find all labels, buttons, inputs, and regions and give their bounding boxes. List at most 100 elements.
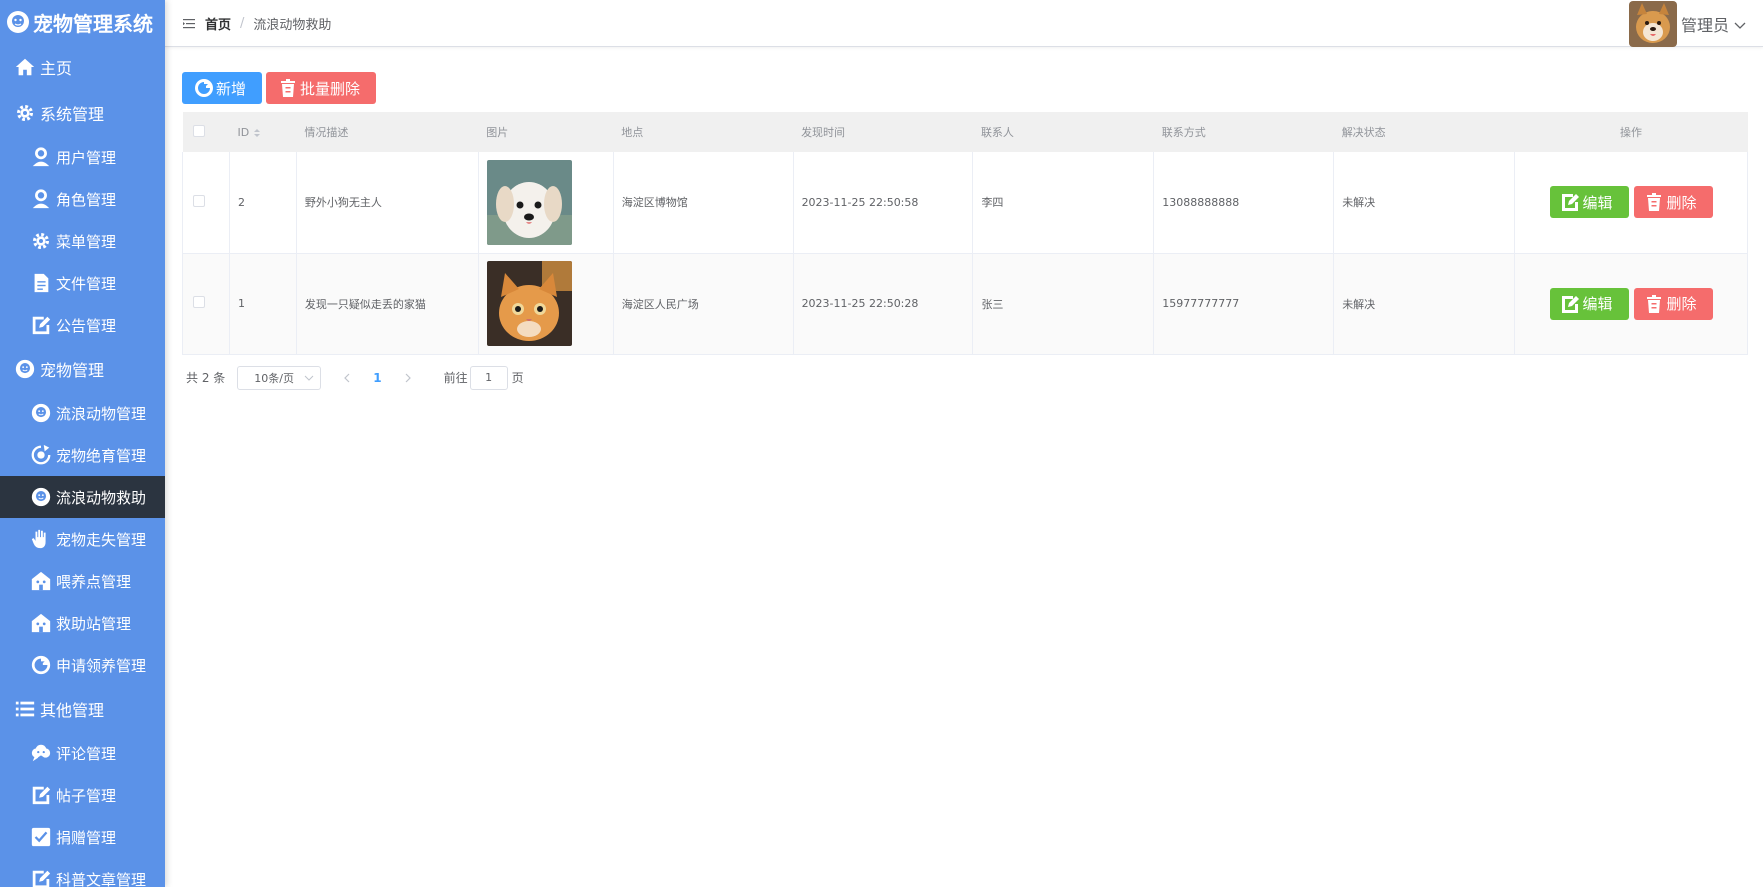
edit-button[interactable]: 编辑 xyxy=(1549,287,1629,320)
sidebar-item-17[interactable]: 帖子管理 xyxy=(0,774,165,816)
cell-place: 海淀区博物馆 xyxy=(613,152,794,254)
breadcrumb-home[interactable]: 首页 xyxy=(205,14,231,33)
select-all-checkbox[interactable] xyxy=(192,124,205,137)
sidebar-item-14[interactable]: 申请领养管理 xyxy=(0,644,165,686)
edit-button[interactable]: 编辑 xyxy=(1549,186,1629,219)
sidebar-item-13[interactable]: 救助站管理 xyxy=(0,602,165,644)
sidebar-item-5[interactable]: 文件管理 xyxy=(0,262,165,304)
sidebar-item-3[interactable]: 角色管理 xyxy=(0,178,165,220)
sidebar-item-label: 宠物管理 xyxy=(40,361,105,380)
add-button[interactable]: 新增 xyxy=(182,72,262,104)
edit-label: 编辑 xyxy=(1582,193,1613,212)
sidebar-item-label: 其他管理 xyxy=(40,701,105,720)
cell-contact: 张三 xyxy=(972,253,1155,355)
pagination-total: 共 2 条 xyxy=(186,371,226,385)
delete-button[interactable]: 删除 xyxy=(1633,287,1713,320)
sidebar-item-4[interactable]: 菜单管理 xyxy=(0,220,165,262)
sidebar-item-8[interactable]: 流浪动物管理 xyxy=(0,392,165,434)
col-place: 地点 xyxy=(613,112,794,152)
sidebar-item-label: 喂养点管理 xyxy=(56,572,132,591)
delete-button[interactable]: 删除 xyxy=(1633,186,1713,219)
sidebar: 宠物管理系统 主页 系统管理 用户管理 角色管理 菜单管理 文件管理 公告管理 宠物管理 流浪动… xyxy=(0,0,165,887)
batch-delete-button[interactable]: 批量删除 xyxy=(266,72,376,104)
sidebar-item-label: 系统管理 xyxy=(40,105,105,124)
goto-page-input[interactable] xyxy=(469,365,508,390)
sidebar-item-2[interactable]: 用户管理 xyxy=(0,136,165,178)
toolbar: 新增 批量删除 xyxy=(182,72,1748,104)
page-number[interactable]: 1 xyxy=(373,371,381,385)
col-desc: 情况描述 xyxy=(296,112,479,152)
avatar[interactable] xyxy=(1628,0,1677,47)
pagination: 共 2 条 10条/页 1 前往 页 xyxy=(182,365,1748,390)
col-actions: 操作 xyxy=(1514,112,1748,152)
table-header-row: ID 情况描述 图片 地点 发现时间 联系人 联系方式 解决状态 操作 xyxy=(182,112,1748,152)
edit-label: 编辑 xyxy=(1582,295,1613,313)
sidebar-item-9[interactable]: 宠物绝育管理 xyxy=(0,434,165,476)
chevron-down-icon xyxy=(304,373,314,383)
sidebar-item-0[interactable]: 主页 xyxy=(0,44,165,90)
cell-contact: 李四 xyxy=(972,152,1155,254)
next-page-icon[interactable] xyxy=(402,372,414,384)
col-phone: 联系方式 xyxy=(1153,112,1334,152)
sidebar-item-19[interactable]: 科普文章管理 xyxy=(0,858,165,887)
sidebar-item-12[interactable]: 喂养点管理 xyxy=(0,560,165,602)
sidebar-item-7[interactable]: 宠物管理 xyxy=(0,346,165,392)
sidebar-item-6[interactable]: 公告管理 xyxy=(0,304,165,346)
cell-id: 2 xyxy=(229,152,297,254)
row-select-cell xyxy=(182,253,230,355)
page-size-value: 10条/页 xyxy=(254,371,294,385)
prev-page-icon[interactable] xyxy=(341,372,353,384)
content-area: 新增 批量删除 ID 情况描述 图片 地点 发现时间 联系人 联系方式 解决状态… xyxy=(165,47,1763,390)
breadcrumb-separator: / xyxy=(240,15,245,31)
cell-place: 海淀区人民广场 xyxy=(613,253,794,355)
document-icon xyxy=(30,272,52,294)
row-checkbox[interactable] xyxy=(193,194,205,207)
col-status: 解决状态 xyxy=(1333,112,1515,152)
row-select-cell xyxy=(182,152,230,254)
sidebar-item-11[interactable]: 宠物走失管理 xyxy=(0,518,165,560)
batch-delete-label: 批量删除 xyxy=(300,79,361,98)
chevron-down-icon[interactable] xyxy=(1733,17,1747,31)
collapse-menu-icon[interactable] xyxy=(183,16,197,30)
page-jumper: 前往 页 xyxy=(443,365,524,390)
row-checkbox[interactable] xyxy=(193,296,205,308)
sidebar-item-label: 角色管理 xyxy=(56,190,117,209)
breadcrumb-current: 流浪动物救助 xyxy=(253,17,332,33)
pet-icon xyxy=(30,402,52,424)
cell-phone: 15977777777 xyxy=(1153,253,1335,355)
refresh-icon xyxy=(30,444,52,466)
user-icon xyxy=(30,146,52,168)
sidebar-item-label: 捐赠管理 xyxy=(56,828,117,847)
goto-prefix: 前往 xyxy=(443,371,468,385)
edit-icon xyxy=(1560,294,1580,314)
sidebar-item-label: 救助站管理 xyxy=(56,614,132,633)
sidebar-item-10[interactable]: 流浪动物救助 xyxy=(0,476,165,518)
cell-status: 未解决 xyxy=(1333,253,1516,355)
sort-icon[interactable] xyxy=(253,127,261,139)
table-row: 2 野外小狗无主人 海淀区博物馆 2023-11-25 22:50:58 李四 13088… xyxy=(182,152,1748,254)
puppy-photo[interactable] xyxy=(486,159,572,245)
cell-actions: 编辑 删除 xyxy=(1514,253,1748,355)
edit-icon xyxy=(30,784,52,806)
goto-suffix: 页 xyxy=(511,371,524,385)
sidebar-item-label: 宠物绝育管理 xyxy=(56,446,147,465)
col-id[interactable]: ID xyxy=(229,112,297,152)
cell-desc: 发现一只疑似走丢的家猫 xyxy=(296,253,479,355)
delete-label: 删除 xyxy=(1666,193,1697,212)
cell-time: 2023-11-25 22:50:58 xyxy=(793,152,974,254)
col-id-label: ID xyxy=(237,125,250,139)
cell-image xyxy=(478,253,614,355)
sidebar-item-15[interactable]: 其他管理 xyxy=(0,686,165,732)
sidebar-item-label: 流浪动物救助 xyxy=(56,488,147,507)
sidebar-item-18[interactable]: 捐赠管理 xyxy=(0,816,165,858)
page-size-select[interactable]: 10条/页 xyxy=(237,365,322,390)
user-menu[interactable]: 管理员 xyxy=(1628,0,1747,47)
sidebar-item-label: 文件管理 xyxy=(56,274,117,293)
cat-photo[interactable] xyxy=(486,261,572,346)
username[interactable]: 管理员 xyxy=(1681,12,1729,36)
pet-logo-icon xyxy=(6,10,30,34)
list-icon xyxy=(14,698,36,720)
sidebar-item-1[interactable]: 系统管理 xyxy=(0,90,165,136)
sidebar-item-16[interactable]: 评论管理 xyxy=(0,732,165,774)
check-icon xyxy=(30,826,52,848)
